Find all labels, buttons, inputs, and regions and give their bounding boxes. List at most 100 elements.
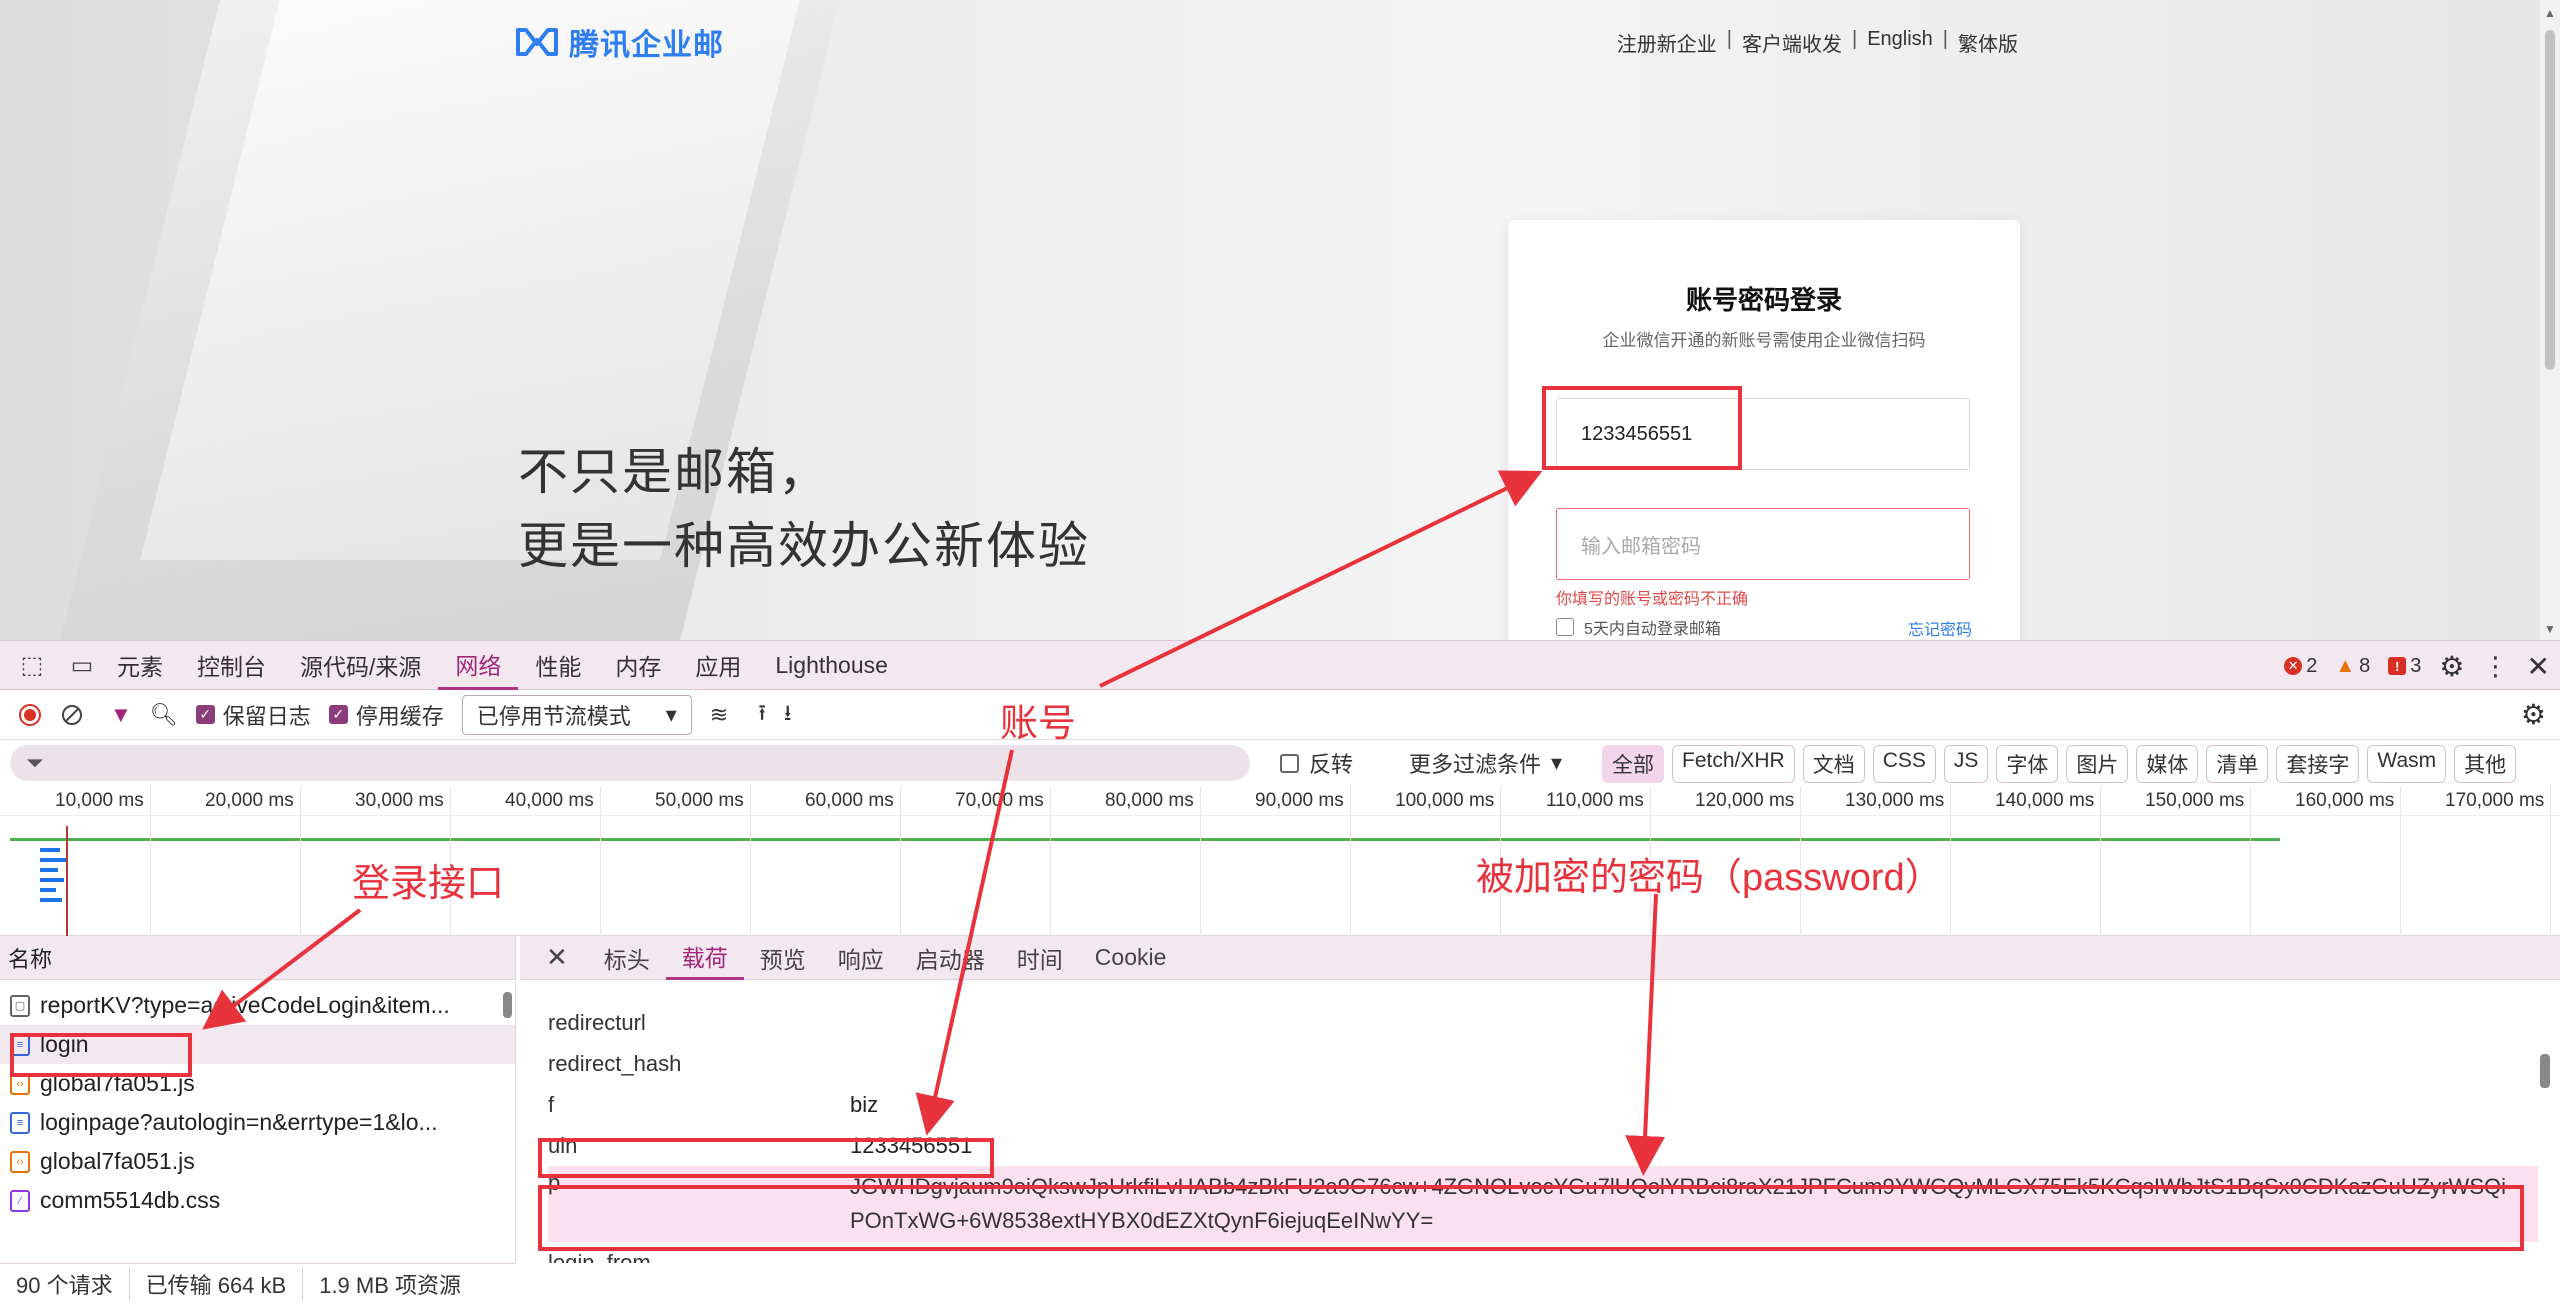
timeline-gridline xyxy=(2100,786,2101,936)
filter-all[interactable]: 全部 xyxy=(1602,745,1664,783)
tab-lighthouse[interactable]: Lighthouse xyxy=(758,640,905,690)
network-conditions-icon[interactable]: ≋ xyxy=(710,702,728,728)
tab-sources[interactable]: 源代码/来源 xyxy=(283,640,438,690)
import-har-icon[interactable]: ⭱ xyxy=(758,696,766,734)
filter-font[interactable]: 字体 xyxy=(1996,745,2059,783)
payload-scrollbar[interactable] xyxy=(2538,996,2552,1246)
clear-icon[interactable] xyxy=(60,703,84,727)
client-link[interactable]: 客户端收发 xyxy=(1742,28,1842,57)
scrollbar-thumb[interactable] xyxy=(2545,30,2555,370)
request-list-scrollbar[interactable] xyxy=(500,980,514,1263)
filter-img[interactable]: 图片 xyxy=(2066,745,2129,783)
timeline-gridline xyxy=(300,786,301,936)
register-link[interactable]: 注册新企业 xyxy=(1617,28,1717,57)
tab-elements[interactable]: 元素 xyxy=(100,640,180,690)
remember-checkbox[interactable] xyxy=(1556,618,1574,636)
brand[interactable]: 腾讯企业邮 xyxy=(515,20,724,64)
timeline-tick-label: 160,000 ms xyxy=(2295,790,2395,811)
filter-other[interactable]: 其他 xyxy=(2454,745,2517,783)
password-input[interactable]: 输入邮箱密码 xyxy=(1556,508,1970,580)
column-header-name[interactable]: 名称 xyxy=(0,936,515,980)
payload-row[interactable]: redirect_hash xyxy=(548,1043,2538,1084)
disable-cache-checkbox[interactable]: ✓ xyxy=(328,705,348,724)
settings-gear-icon[interactable]: ⚙ xyxy=(2439,650,2464,683)
tab-preview[interactable]: 预览 xyxy=(744,936,822,980)
filter-js[interactable]: JS xyxy=(1943,745,1989,783)
request-row[interactable]: ▢ reportKV?type=activeCodeLogin&item... xyxy=(0,986,515,1025)
request-name: comm5514db.css xyxy=(40,1187,221,1213)
request-list: 名称 ▢ reportKV?type=activeCodeLogin&item..… xyxy=(0,936,516,1263)
document-file-icon: ≡ xyxy=(10,1111,30,1134)
payload-row[interactable]: redirecturl xyxy=(548,1002,2538,1043)
preserve-log-label: 保留日志 xyxy=(222,703,311,729)
request-row[interactable]: ∕ comm5514db.css xyxy=(0,1181,515,1220)
tab-payload[interactable]: 载荷 xyxy=(665,936,744,980)
tab-application[interactable]: 应用 xyxy=(678,640,758,690)
error-count[interactable]: ✕ 2 xyxy=(2284,655,2317,678)
filter-funnel-icon[interactable]: ▼ xyxy=(110,702,132,728)
export-har-icon[interactable]: ⭳ xyxy=(784,696,792,734)
filter-fetch-xhr[interactable]: Fetch/XHR xyxy=(1672,745,1795,783)
filter-media[interactable]: 媒体 xyxy=(2136,745,2199,783)
scroll-up-icon[interactable]: ▲ xyxy=(2544,6,2556,20)
disable-cache-toggle[interactable]: ✓ 停用缓存 xyxy=(328,699,444,731)
annotation-box-uin xyxy=(538,1138,994,1178)
tab-headers[interactable]: 标头 xyxy=(588,936,666,980)
tab-response[interactable]: 响应 xyxy=(822,936,900,980)
filter-input[interactable]: ⏷ xyxy=(10,745,1250,781)
payload-value: biz xyxy=(850,1091,879,1117)
preserve-log-checkbox[interactable]: ✓ xyxy=(195,705,215,724)
inspect-element-icon[interactable]: ⬚ xyxy=(14,647,50,683)
tab-memory[interactable]: 内存 xyxy=(598,640,678,690)
preserve-log-toggle[interactable]: ✓ 保留日志 xyxy=(195,699,311,731)
device-toolbar-icon[interactable]: ▭ xyxy=(64,647,100,683)
payload-key: login_from xyxy=(548,1249,651,1264)
invert-toggle[interactable]: 反转 xyxy=(1280,747,1353,779)
scrollbar-thumb[interactable] xyxy=(2540,1054,2550,1088)
filter-doc[interactable]: 文档 xyxy=(1802,745,1865,783)
search-icon[interactable]: 🔍︎ xyxy=(150,702,178,728)
tab-performance[interactable]: 性能 xyxy=(518,640,598,690)
page-scrollbar[interactable]: ▲ ▼ xyxy=(2540,0,2560,640)
timeline-gridline xyxy=(1200,786,1201,936)
issue-count[interactable]: ! 3 xyxy=(2388,655,2421,678)
tab-network[interactable]: 网络 xyxy=(438,640,519,690)
close-detail-icon[interactable]: ✕ xyxy=(520,942,588,973)
invert-checkbox[interactable] xyxy=(1280,753,1299,773)
request-row[interactable]: ‹› global7fa051.js xyxy=(0,1142,515,1181)
login-webpage: 腾讯企业邮 注册新企业 | 客户端收发 | English | 繁体版 不只是邮… xyxy=(0,0,2560,640)
timeline-tick-label: 60,000 ms xyxy=(805,790,894,811)
english-link[interactable]: English xyxy=(1867,28,1933,57)
filter-manifest[interactable]: 清单 xyxy=(2206,745,2269,783)
timeline-tick-label: 110,000 ms xyxy=(1546,790,1644,811)
forgot-password-link[interactable]: 忘记密码 xyxy=(1908,616,1972,640)
slogan: 不只是邮箱， 更是一种高效办公新体验 xyxy=(518,435,1090,583)
throttle-select[interactable]: 已停用节流模式 ▾ xyxy=(461,694,692,735)
tab-console[interactable]: 控制台 xyxy=(180,640,283,690)
record-icon[interactable] xyxy=(18,703,42,727)
resource-size: 1.9 MB 项资源 xyxy=(319,1272,462,1298)
more-options-icon[interactable]: ⋮ xyxy=(2483,651,2509,682)
warning-count[interactable]: ▲ 8 xyxy=(2335,655,2370,678)
remember-login[interactable]: 5天内自动登录邮箱 xyxy=(1556,615,1721,639)
scrollbar-thumb[interactable] xyxy=(503,992,512,1018)
filter-css[interactable]: CSS xyxy=(1872,745,1936,783)
more-filters-dropdown[interactable]: 更多过滤条件 ▾ xyxy=(1409,747,1562,779)
traditional-chinese-link[interactable]: 繁体版 xyxy=(1958,28,2018,57)
network-settings-gear-icon[interactable]: ⚙ xyxy=(2521,698,2546,731)
filter-wasm[interactable]: Wasm xyxy=(2367,745,2447,783)
tab-initiator[interactable]: 启动器 xyxy=(900,936,1001,980)
annotation-label-account: 账号 xyxy=(1000,703,1077,745)
payload-row[interactable]: f biz xyxy=(548,1084,2538,1125)
timeline-tick-label: 50,000 ms xyxy=(655,790,744,811)
close-devtools-icon[interactable]: ✕ xyxy=(2527,650,2550,683)
timeline-tick-label: 30,000 ms xyxy=(355,790,444,811)
filter-socket[interactable]: 套接字 xyxy=(2276,745,2360,783)
scroll-down-icon[interactable]: ▼ xyxy=(2544,622,2556,636)
tab-timing[interactable]: 时间 xyxy=(1001,936,1079,980)
request-row[interactable]: ≡ loginpage?autologin=n&errtype=1&lo... xyxy=(0,1103,515,1142)
transferred-size: 已传输 664 kB xyxy=(130,1267,304,1300)
timeline-green-bar xyxy=(10,838,2280,841)
tab-cookies[interactable]: Cookie xyxy=(1079,936,1183,980)
timeline-request-bars xyxy=(40,848,66,908)
